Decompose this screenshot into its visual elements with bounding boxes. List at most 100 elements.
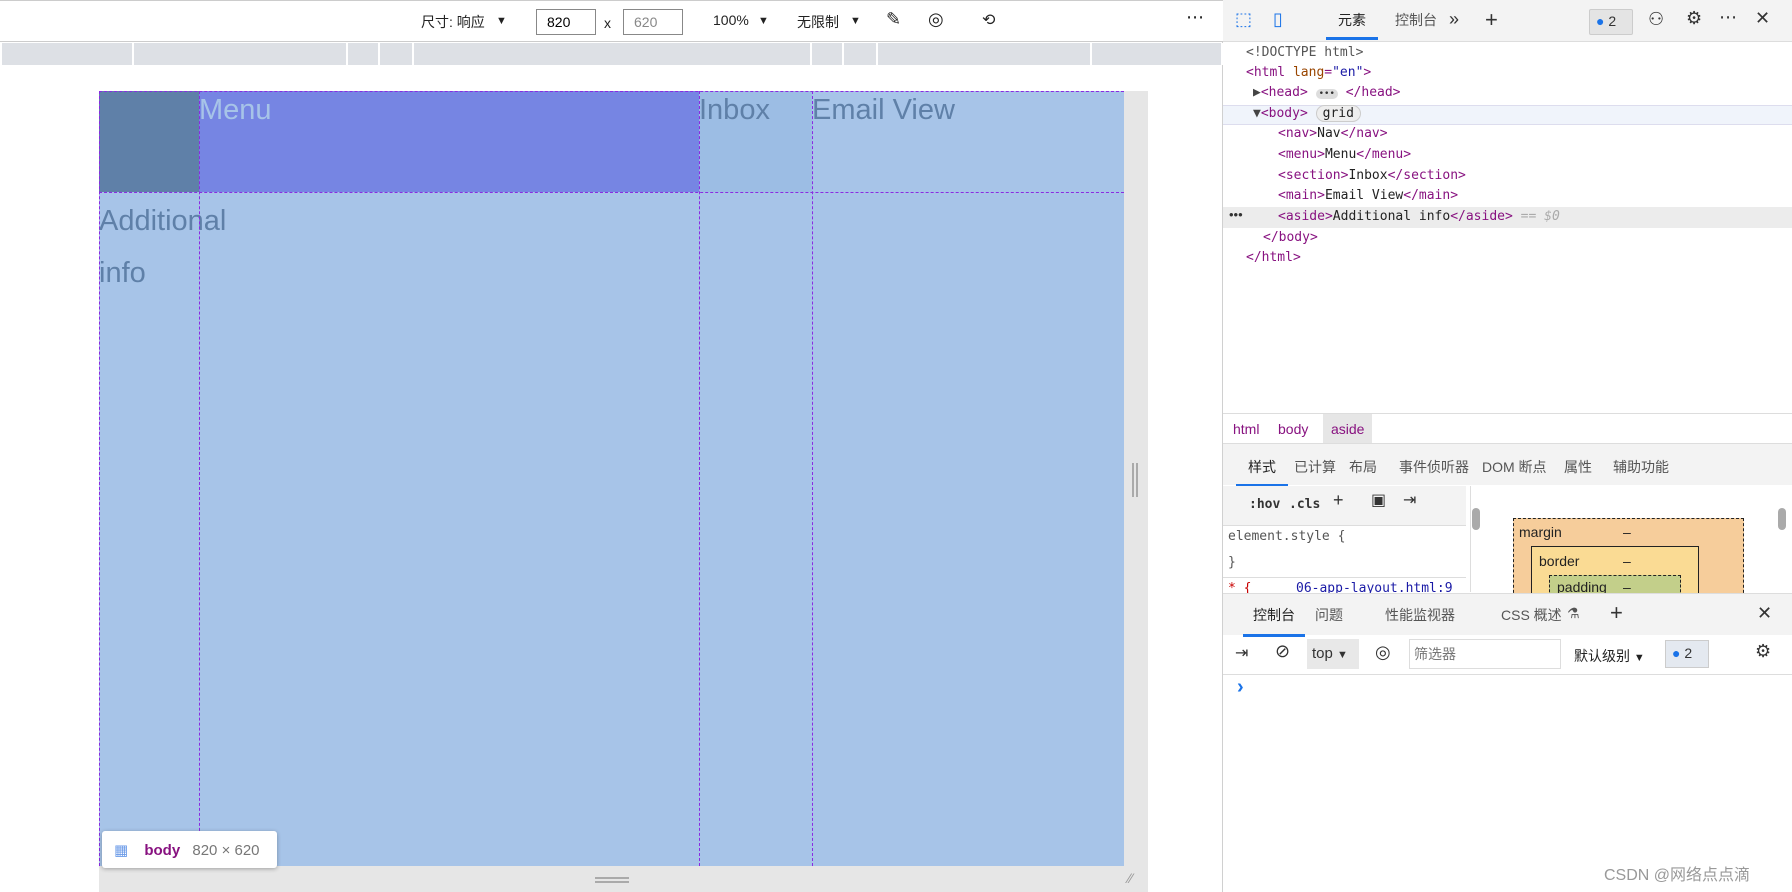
feedback-icon[interactable]: ⚇ [1648,9,1664,30]
nav-cell [99,91,199,192]
rotate-icon[interactable]: ⟲ [982,10,995,30]
element-style-close: } [1228,555,1236,570]
devtools-panel: ⬚ ▯ 元素 控制台 » + ● 2 ⚇ ⚙ ⋯ ✕ <!DOCTYPE htm… [1223,0,1792,892]
context-dropdown[interactable]: top ▼ [1307,639,1359,669]
message-icon: ● [1596,13,1605,29]
resize-corner-icon[interactable]: ⁄⁄ [1128,870,1133,886]
throttle-dropdown[interactable]: 无限制 [797,12,839,32]
new-rule-icon[interactable]: + [1333,490,1344,511]
toggle-sidebar-icon[interactable]: ⇥ [1403,490,1416,510]
cls-button[interactable]: .cls [1289,495,1320,515]
grid-icon: ▦ [114,842,129,859]
add-drawer-tab-icon[interactable]: + [1610,600,1623,626]
grid-badge[interactable]: grid [1315,105,1361,122]
dom-html-close[interactable]: </html> [1246,248,1301,268]
resize-handle-right[interactable] [1132,463,1138,497]
tab-elements[interactable]: 元素 [1326,0,1378,40]
margin-label: margin [1519,524,1562,540]
browser-viewport-pane: 尺寸: 响应 ▼ x 100% ▼ 无限制 ▼ ✎ ◎ ⟲ ⋯ Menu Inb… [0,0,1223,892]
drawer-tab-performance-monitor[interactable]: 性能监视器 [1385,605,1455,625]
dom-body-close[interactable]: </body> [1263,228,1318,248]
drawer-tab-console[interactable]: 控制台 [1243,605,1305,637]
breadcrumb-html[interactable]: html [1233,421,1259,437]
dom-main[interactable]: <main>Email View</main> [1278,186,1458,206]
chevron-down-icon: ▼ [850,15,861,27]
media-query-ruler[interactable] [0,43,1223,65]
styles-scrollbar[interactable] [1470,486,1482,592]
tab-computed[interactable]: 已计算 [1294,457,1336,477]
ellipsis-icon: ••• [1315,89,1338,99]
dimensions-dropdown[interactable]: 尺寸: 响应 [421,12,485,32]
margin-value: – [1623,524,1631,540]
tab-accessibility[interactable]: 辅助功能 [1613,457,1669,477]
dom-line-more-icon[interactable]: ••• [1229,207,1243,222]
more-tabs-icon[interactable]: » [1449,9,1459,30]
vision-deficiency-icon[interactable]: ◎ [928,9,944,30]
clear-console-icon[interactable]: ⊘ [1275,641,1290,662]
dom-section[interactable]: <section>Inbox</section> [1278,166,1466,186]
zoom-dropdown[interactable]: 100% [713,12,749,28]
drawer-tab-css-overview[interactable]: CSS 概述 [1501,605,1562,625]
element-tooltip: ▦ body 820 × 620 [102,831,277,868]
inspect-icon[interactable]: ⬚ [1235,9,1252,30]
dom-doctype[interactable]: <!DOCTYPE html> [1246,43,1363,63]
eyedropper-icon[interactable]: ✎ [886,9,901,30]
resize-handle-bottom[interactable] [595,877,629,883]
tooltip-size: 820 × 620 [192,842,260,859]
box-model-scrollbar[interactable] [1776,486,1788,592]
menu-cell [199,91,699,192]
grid-line [199,91,200,866]
console-prompt[interactable]: › [1237,676,1244,699]
page-viewport: Menu Inbox Email View Additional info [99,91,1124,866]
dom-head[interactable]: ▶<head> ••• </head> [1253,83,1401,104]
chevron-down-icon[interactable]: ▼ [496,15,507,27]
breadcrumb-aside[interactable]: aside [1323,414,1373,443]
tab-dom-breakpoints[interactable]: DOM 断点 [1482,457,1547,477]
border-label: border [1539,553,1580,569]
console-filter-input[interactable] [1409,639,1561,669]
tab-layout[interactable]: 布局 [1349,457,1377,477]
more-options-button[interactable]: ⋯ [1186,7,1204,28]
experiment-icon: ⚗ [1567,605,1580,621]
tab-console[interactable]: 控制台 [1383,0,1449,41]
hov-button[interactable]: :hov [1249,495,1280,515]
settings-icon[interactable]: ⚙ [1686,8,1702,29]
tab-styles[interactable]: 样式 [1236,453,1288,487]
close-icon[interactable]: ✕ [1755,8,1770,29]
tab-properties[interactable]: 属性 [1564,457,1592,477]
chevron-down-icon: ▼ [758,15,769,27]
grid-line [99,91,100,866]
more-icon[interactable]: ⋯ [1719,7,1737,28]
element-style-rule[interactable]: element.style { [1228,527,1345,547]
tooltip-element: body [144,842,181,859]
grid-line [699,91,700,866]
breadcrumb-body[interactable]: body [1278,421,1308,437]
border-value: – [1623,553,1631,569]
dom-html[interactable]: <html lang="en"> [1246,63,1371,83]
width-input[interactable] [536,9,596,35]
watermark: CSDN @网络点点滴 [1604,867,1751,884]
devtools-tabbar [1223,0,1792,42]
console-issues-button[interactable]: ● 2 [1665,640,1709,668]
console-settings-icon[interactable]: ⚙ [1755,641,1771,662]
tab-event-listeners[interactable]: 事件侦听器 [1399,457,1469,477]
paint-icon[interactable]: ▣ [1371,490,1386,510]
dom-aside-selected[interactable]: <aside>Additional info</aside> == $0 [1278,207,1560,227]
dom-menu[interactable]: <menu>Menu</menu> [1278,145,1411,165]
dom-body[interactable]: ▼<body> grid [1253,104,1361,124]
height-input[interactable] [623,9,683,35]
grid-line [99,192,1124,193]
grid-line [812,91,813,866]
log-level-dropdown[interactable]: 默认级别 ▼ [1574,646,1645,666]
sidebar-toggle-icon[interactable]: ⇥ [1235,643,1248,663]
live-expression-icon[interactable]: ◎ [1375,642,1391,663]
issues-button[interactable]: ● 2 [1589,9,1633,35]
dom-nav[interactable]: <nav>Nav</nav> [1278,124,1388,144]
drawer-tab-issues[interactable]: 问题 [1315,605,1343,625]
inbox-text: Inbox [699,94,770,126]
close-drawer-icon[interactable]: ✕ [1757,603,1772,624]
device-toggle-icon[interactable]: ▯ [1273,9,1283,30]
message-icon: ● [1672,645,1681,661]
add-tab-icon[interactable]: + [1485,7,1498,33]
menu-text: Menu [199,94,272,126]
